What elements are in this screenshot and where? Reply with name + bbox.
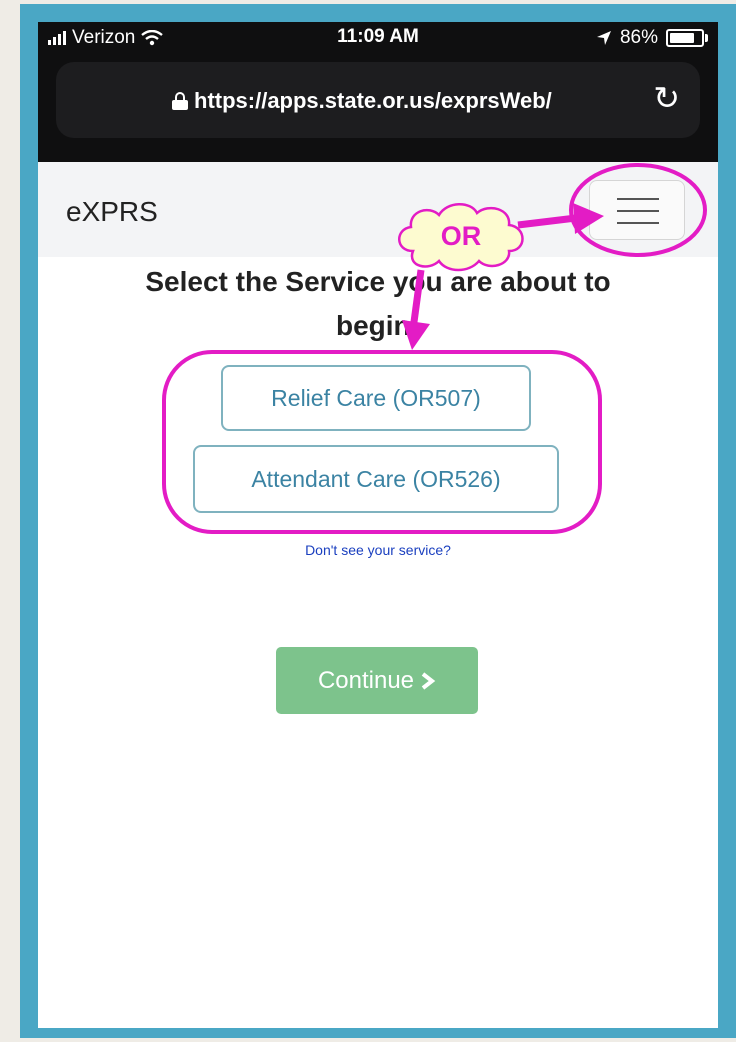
menu-bar [617, 210, 659, 212]
service-button-label: Relief Care (OR507) [271, 385, 481, 411]
url-display[interactable]: https://apps.state.or.us/exprsWeb/ [172, 88, 552, 114]
service-button-relief-care[interactable]: Relief Care (OR507) [221, 365, 531, 431]
missing-service-link[interactable]: Don't see your service? [38, 542, 718, 558]
reload-icon[interactable]: ↻ [653, 82, 680, 114]
browser-chrome: Verizon 11:09 AM 86% https://apps.state.… [38, 22, 718, 162]
service-button-attendant-care[interactable]: Attendant Care (OR526) [193, 445, 559, 513]
continue-label: Continue [317, 666, 415, 694]
continue-button[interactable]: Continue [276, 647, 478, 714]
status-right: 86% [596, 27, 708, 49]
chevron-right-icon [421, 671, 436, 690]
status-bar: Verizon 11:09 AM 86% [38, 22, 718, 54]
url-text: https://apps.state.or.us/exprsWeb/ [194, 88, 552, 113]
service-button-label: Attendant Care (OR526) [251, 466, 501, 492]
page-title-line1: Select the Service you are about to [145, 266, 611, 297]
hamburger-menu-button[interactable] [589, 180, 685, 240]
phone-screen: Verizon 11:09 AM 86% https://apps.state.… [38, 22, 718, 1028]
page-title-line2: begin: [336, 310, 420, 341]
address-bar[interactable]: https://apps.state.or.us/exprsWeb/ ↻ [56, 62, 700, 138]
menu-bar [617, 222, 659, 224]
battery-percent: 86% [619, 27, 658, 48]
page-title: Select the Service you are about to begi… [38, 260, 718, 348]
lock-icon [172, 92, 188, 110]
location-arrow-icon [596, 31, 611, 45]
menu-bar [617, 198, 659, 200]
battery-icon [666, 29, 708, 47]
app-header: eXPRS [38, 162, 718, 257]
brand-title[interactable]: eXPRS [66, 196, 158, 228]
